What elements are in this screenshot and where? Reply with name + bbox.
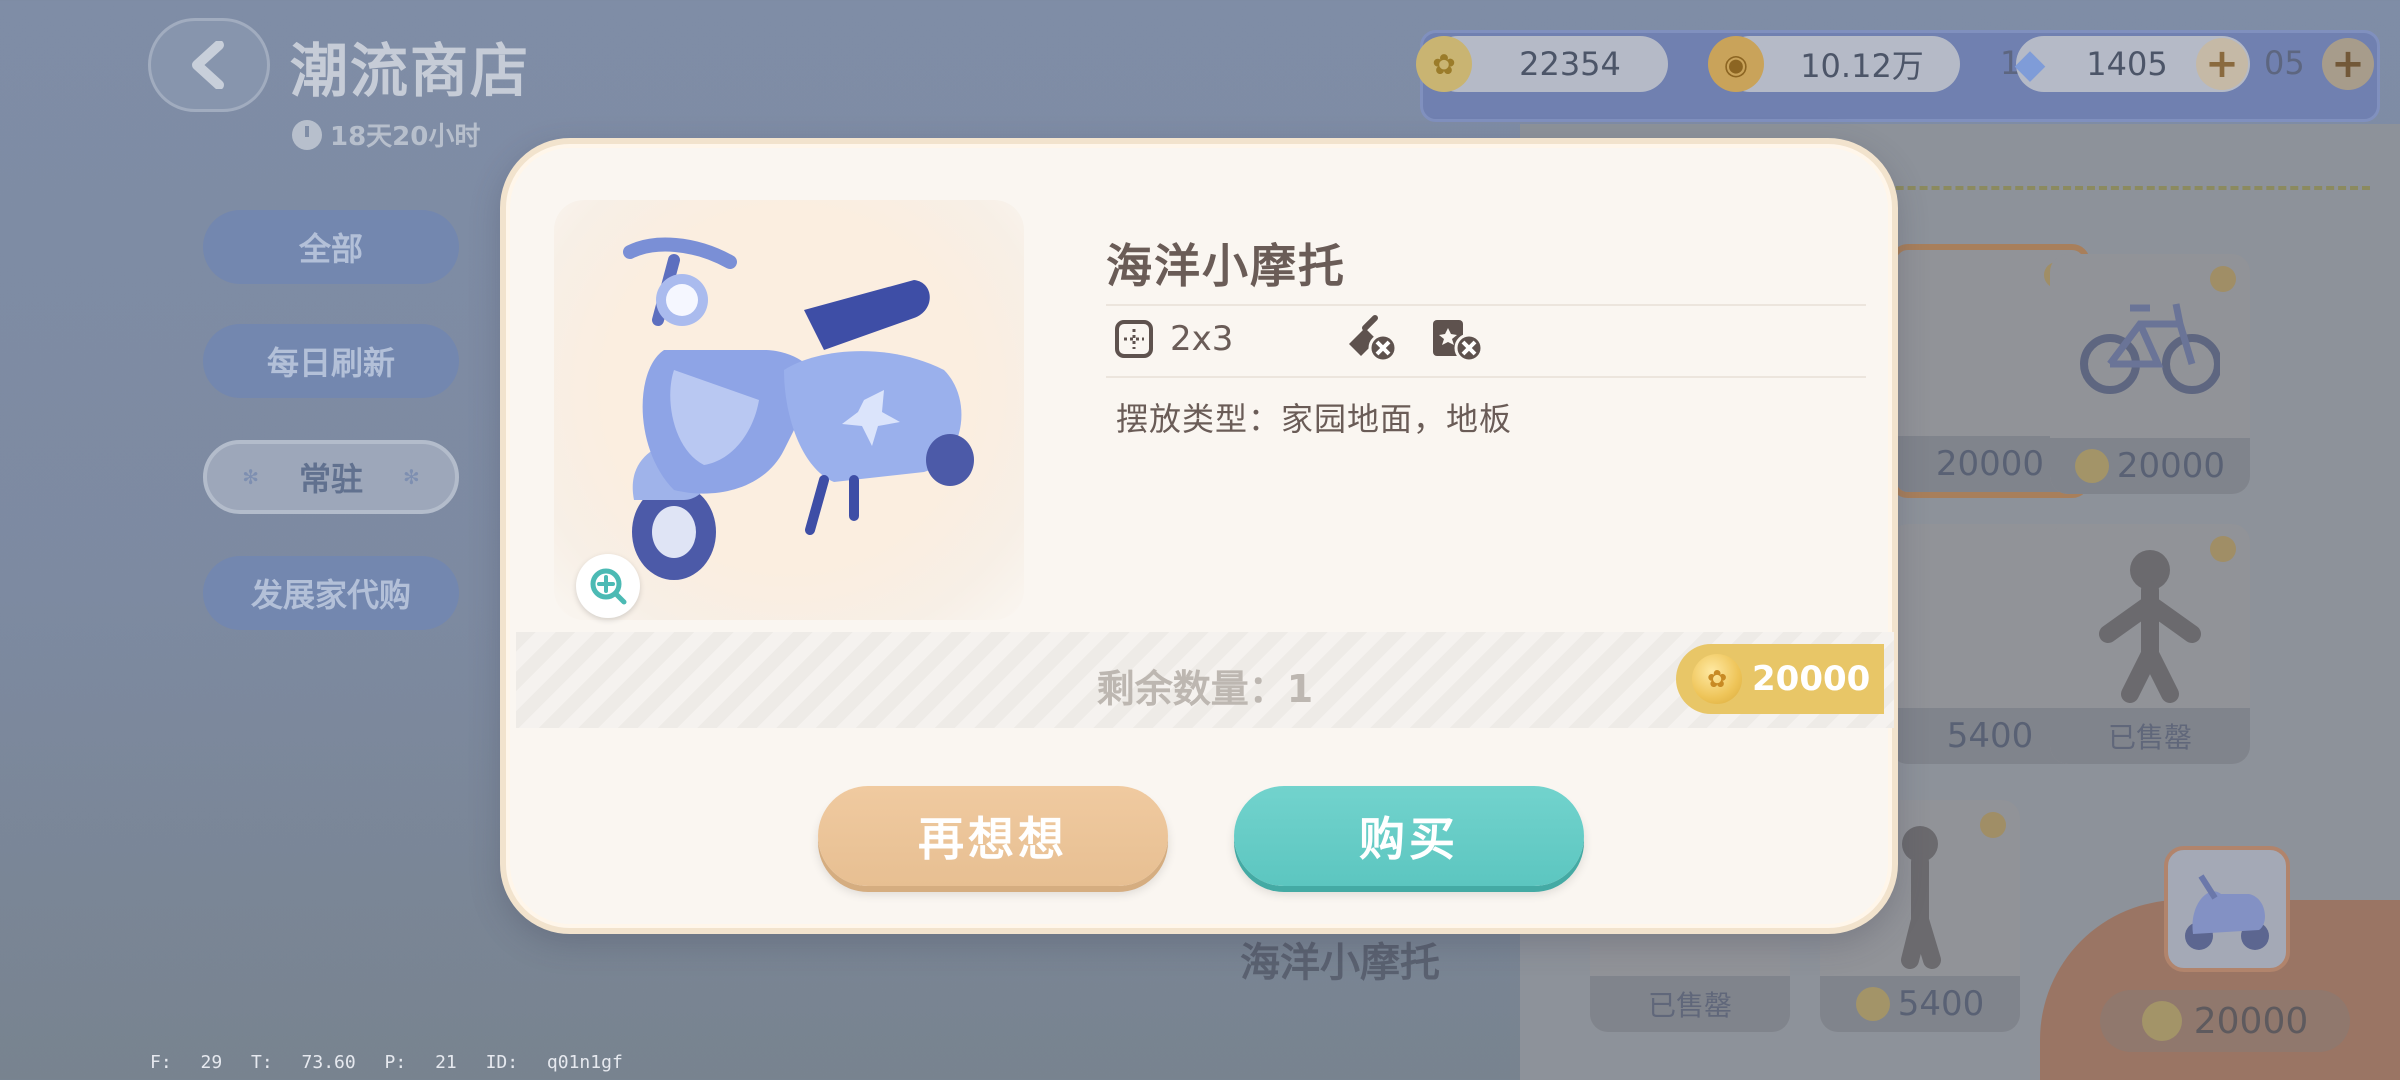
selected-item-thumb[interactable] bbox=[2164, 846, 2290, 972]
category-daily[interactable]: 每日刷新 bbox=[203, 324, 459, 398]
item-attributes: 2x3 bbox=[1114, 314, 1487, 364]
purchase-dialog: 海洋小摩托 2x3 摆放类型：家园地面，地板 剩余数量：1 ✿ 20000 再想… bbox=[500, 138, 1898, 934]
item-price: 5400 bbox=[1820, 976, 2020, 1032]
sparkle-icon: ✻ bbox=[242, 465, 259, 489]
no-interact-icon bbox=[1433, 320, 1484, 363]
clock-icon bbox=[2210, 536, 2236, 562]
add-diamond-button[interactable]: + bbox=[2196, 38, 2248, 90]
category-label: 每日刷新 bbox=[266, 344, 395, 382]
divider bbox=[1106, 376, 1866, 378]
price-value: 20000 bbox=[1752, 659, 1871, 699]
currency-flower: ✿ 22354 bbox=[1416, 36, 1668, 92]
shop-timer: 18天20小时 bbox=[292, 116, 480, 153]
category-label: 常驻 bbox=[298, 460, 363, 498]
shop-title: 潮流商店 bbox=[290, 37, 531, 105]
item-size: 2x3 bbox=[1170, 319, 1234, 359]
selected-item-price: 20000 bbox=[2100, 990, 2350, 1052]
no-clean-icon bbox=[1349, 315, 1398, 363]
flower-coin-icon bbox=[2074, 449, 2109, 483]
category-all[interactable]: 全部 bbox=[203, 210, 459, 284]
gold-coin-icon: ◉ bbox=[1708, 36, 1764, 92]
item-name: 海洋小摩托 bbox=[1106, 239, 1346, 293]
add-currency-button[interactable]: + bbox=[2322, 38, 2374, 90]
category-proxy[interactable]: 发展家代购 bbox=[203, 556, 459, 630]
currency-partial: 05 bbox=[2264, 44, 2305, 82]
buy-button[interactable]: 购买 bbox=[1234, 786, 1584, 886]
diamond-icon: ◆ bbox=[2014, 41, 2046, 87]
clock-icon bbox=[1980, 812, 2006, 838]
category-label: 全部 bbox=[298, 230, 363, 268]
currency-value: 22354 bbox=[1519, 45, 1621, 83]
currency-value: 10.12万 bbox=[1800, 47, 1924, 85]
cancel-button[interactable]: 再想想 bbox=[818, 786, 1168, 886]
debug-overlay: F: 29 T: 73.60 P: 21 ID: q01n1gf bbox=[150, 1052, 623, 1073]
price-tag: ✿ 20000 bbox=[1676, 644, 1884, 714]
sold-out-label: 已售罄 bbox=[2050, 708, 2250, 764]
sparkle-icon: ✻ bbox=[403, 465, 420, 489]
placement-type: 摆放类型：家园地面，地板 bbox=[1116, 400, 1513, 438]
currency-diamond: ◆ 1405 + bbox=[2015, 36, 2250, 92]
figure-pose-icon bbox=[2099, 550, 2201, 703]
grid-size-icon bbox=[1115, 320, 1153, 358]
timer-text: 18天20小时 bbox=[330, 122, 481, 152]
flower-coin-icon: ✿ bbox=[1416, 36, 1472, 92]
clock-icon bbox=[292, 119, 322, 150]
scooter-icon bbox=[2185, 874, 2269, 950]
selected-item-name: 海洋小摩托 bbox=[1240, 940, 1440, 986]
currency-gold: ◉ 10.12万 bbox=[1708, 36, 1960, 92]
item-card[interactable]: 20000 bbox=[2050, 254, 2250, 494]
scooter-illustration bbox=[623, 237, 974, 580]
item-card[interactable]: 已售罄 bbox=[2050, 524, 2250, 764]
back-button[interactable] bbox=[148, 18, 270, 112]
zoom-button[interactable] bbox=[576, 554, 640, 618]
magnifier-plus-icon bbox=[590, 568, 627, 605]
flower-coin-icon bbox=[1855, 987, 1890, 1021]
flower-coin-icon bbox=[2141, 1001, 2182, 1041]
currency-value: 1405 bbox=[2086, 45, 2168, 83]
bicycle-icon bbox=[2080, 303, 2220, 394]
divider bbox=[1106, 304, 1866, 306]
chevron-left-icon bbox=[192, 41, 224, 89]
sold-out-label: 已售罄 bbox=[1590, 976, 1790, 1032]
item-preview bbox=[554, 200, 1024, 620]
category-label: 发展家代购 bbox=[250, 576, 411, 614]
category-permanent[interactable]: ✻ 常驻 ✻ bbox=[203, 440, 459, 514]
item-price: 20000 bbox=[2050, 438, 2250, 494]
flower-coin-icon: ✿ bbox=[1692, 654, 1742, 704]
